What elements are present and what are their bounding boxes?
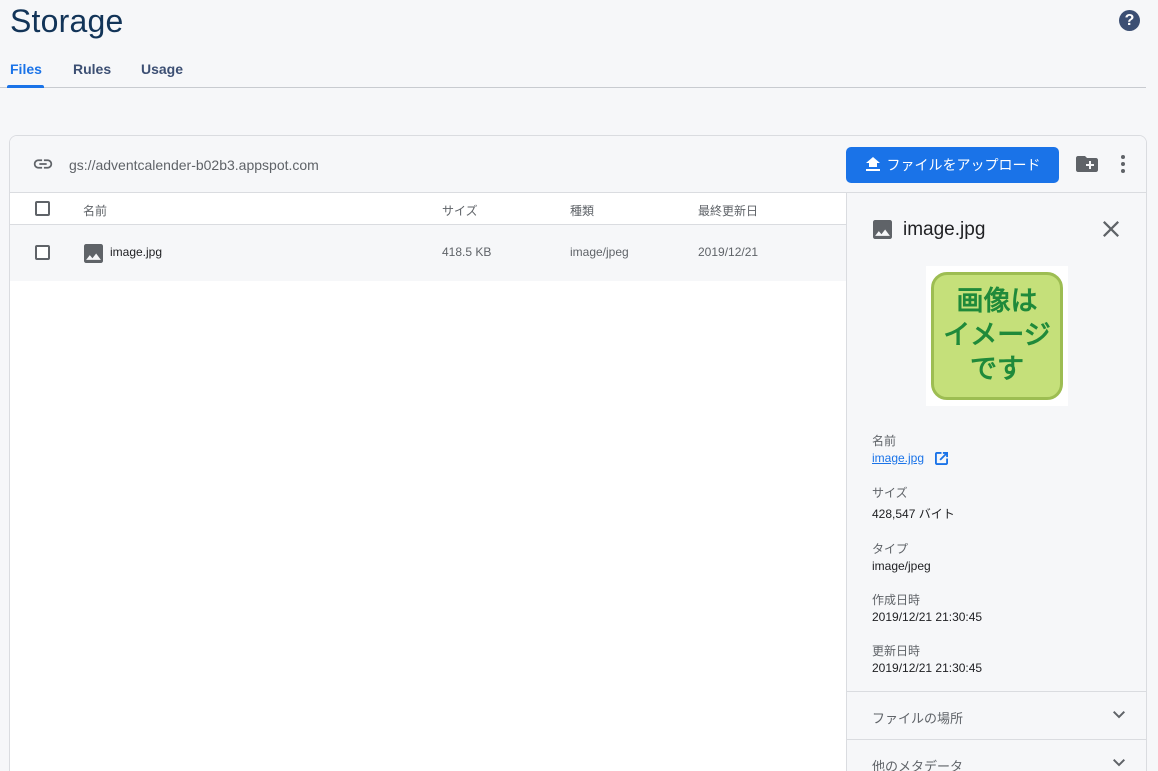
external-link-icon[interactable] <box>935 452 948 465</box>
file-location-section[interactable]: ファイルの場所 <box>847 691 1146 739</box>
preview-line: 画像は <box>956 286 1038 317</box>
file-updated: 2019/12/21 <box>698 245 759 259</box>
image-preview: 画像は イメージ です <box>926 266 1068 406</box>
image-file-icon <box>84 244 103 263</box>
file-details-panel: image.jpg 画像は イメージ です 名前 image.jpg サイズ 4… <box>846 193 1146 771</box>
name-link[interactable]: image.jpg <box>872 451 924 465</box>
file-size: 418.5 KB <box>442 245 492 259</box>
file-type: image/jpeg <box>570 245 629 259</box>
tab-bar: Files Rules Usage <box>0 54 1146 88</box>
section-label: 他のメタデータ <box>872 759 964 771</box>
column-header-type[interactable]: 種類 <box>570 202 594 219</box>
new-folder-icon[interactable] <box>1076 154 1098 174</box>
section-label: ファイルの場所 <box>872 711 964 726</box>
type-label: タイプ <box>872 542 909 556</box>
column-header-updated[interactable]: 最終更新日 <box>698 202 758 219</box>
name-label: 名前 <box>872 434 897 448</box>
row-checkbox[interactable] <box>35 245 50 260</box>
preview-line: イメージ <box>943 320 1051 351</box>
created-label: 作成日時 <box>872 593 921 607</box>
file-table: 名前 サイズ 種類 最終更新日 image.jpg 418.5 KB image… <box>10 193 846 281</box>
updated-label: 更新日時 <box>872 644 921 658</box>
storage-browser: gs://adventcalender-b02b3.appspot.com ファ… <box>9 135 1147 771</box>
preview-line: です <box>970 354 1024 385</box>
upload-button-label: ファイルをアップロード <box>886 157 1041 173</box>
details-title: image.jpg <box>903 219 986 240</box>
table-header: 名前 サイズ 種類 最終更新日 <box>10 193 846 225</box>
updated-value: 2019/12/21 21:30:45 <box>872 661 983 675</box>
created-value: 2019/12/21 21:30:45 <box>872 610 983 624</box>
upload-file-button[interactable]: ファイルをアップロード <box>846 147 1059 183</box>
column-header-name[interactable]: 名前 <box>83 202 107 219</box>
image-file-icon <box>873 220 892 239</box>
chevron-down-icon <box>1113 759 1125 767</box>
bucket-path[interactable]: gs://adventcalender-b02b3.appspot.com <box>69 157 319 173</box>
upload-icon <box>865 157 880 171</box>
file-name[interactable]: image.jpg <box>110 245 162 259</box>
help-icon[interactable]: ? <box>1119 10 1140 31</box>
active-tab-indicator <box>7 85 44 88</box>
tab-usage[interactable]: Usage <box>141 61 183 77</box>
preview-image: 画像は イメージ です <box>931 272 1063 400</box>
select-all-checkbox[interactable] <box>35 201 50 216</box>
close-icon[interactable] <box>1103 221 1119 237</box>
browser-toolbar: gs://adventcalender-b02b3.appspot.com ファ… <box>10 136 1146 193</box>
tab-rules[interactable]: Rules <box>73 61 111 77</box>
size-label: サイズ <box>872 486 908 500</box>
tab-files[interactable]: Files <box>10 61 42 77</box>
more-vert-icon[interactable] <box>1120 154 1126 174</box>
other-metadata-section[interactable]: 他のメタデータ <box>847 739 1146 771</box>
link-icon[interactable] <box>32 155 54 173</box>
size-value: 428,547 バイト <box>872 507 955 521</box>
page-title: Storage <box>10 3 124 39</box>
column-header-size[interactable]: サイズ <box>442 202 478 219</box>
table-row[interactable]: image.jpg 418.5 KB image/jpeg 2019/12/21 <box>10 225 846 281</box>
chevron-down-icon <box>1113 711 1125 719</box>
type-value: image/jpeg <box>872 559 931 573</box>
